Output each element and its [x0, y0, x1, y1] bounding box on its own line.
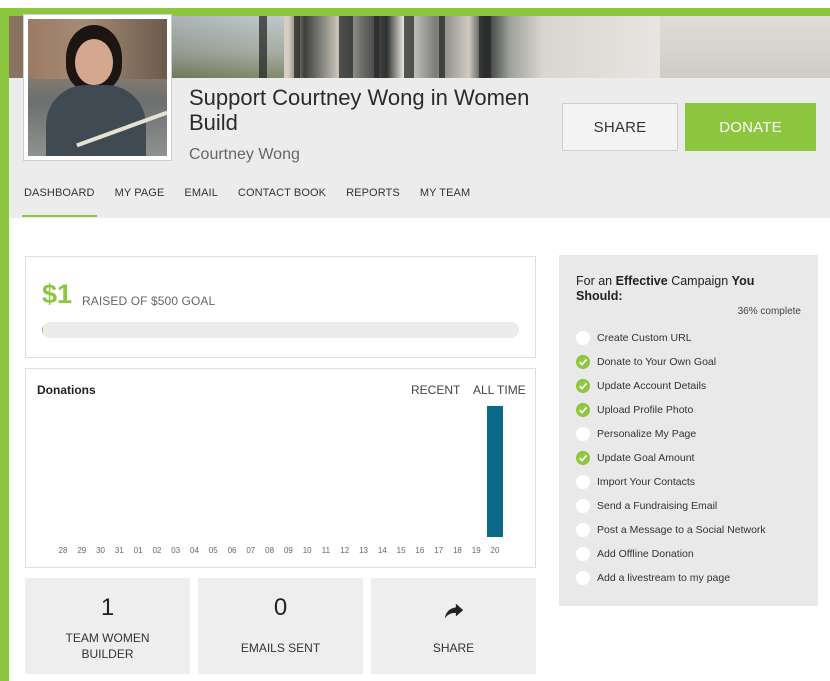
checklist-item-label: Add Offline Donation	[597, 548, 694, 560]
main-nav-tabs: DASHBOARD MY PAGE EMAIL CONTACT BOOK REP…	[22, 187, 490, 217]
checklist-item-label: Send a Fundraising Email	[597, 500, 718, 512]
empty-circle-icon	[576, 427, 590, 441]
goal-summary-card: $1 RAISED OF $500 GOAL	[25, 256, 536, 358]
chart-tab-all-time[interactable]: ALL TIME	[473, 383, 526, 397]
x-tick-label: 16	[415, 546, 424, 555]
page-title: Support Courtney Wong in Women Build	[189, 85, 530, 135]
chart-title: Donations	[37, 383, 96, 397]
x-tick-label: 31	[115, 546, 124, 555]
checklist-item-label: Add a livestream to my page	[597, 572, 731, 584]
stat-emails-sent[interactable]: 0 EMAILS SENT	[198, 578, 363, 674]
x-tick-label: 05	[209, 546, 218, 555]
donations-chart: 28 29 30 31 01 02 03 04 05 06 07 08 09 10 11 12 13 14 15 16…	[59, 406, 503, 555]
campaign-header: Support Courtney Wong in Women Build Cou…	[9, 14, 830, 218]
checklist-items: Create Custom URL Donate to Your Own Goal…	[576, 326, 766, 590]
share-button[interactable]: SHARE	[562, 103, 678, 151]
checklist-item-label: Update Goal Amount	[597, 452, 695, 464]
x-tick-label: 04	[190, 546, 199, 555]
stat-value: 0	[273, 594, 288, 621]
check-circle-icon	[576, 379, 590, 393]
left-accent-bar	[0, 8, 9, 681]
goal-text: RAISED OF $500 GOAL	[82, 294, 216, 308]
tab-email[interactable]: EMAIL	[184, 187, 218, 217]
x-tick-label: 02	[152, 546, 161, 555]
x-tick-label: 10	[303, 546, 312, 555]
x-tick-label: 20	[491, 546, 500, 555]
checklist-item[interactable]: Upload Profile Photo	[576, 398, 766, 422]
checklist-heading: For an Effective Campaign You Should:	[576, 274, 755, 303]
profile-photo	[23, 14, 172, 161]
tab-my-page[interactable]: MY PAGE	[115, 187, 165, 217]
x-tick-label: 12	[340, 546, 349, 555]
x-tick-label: 17	[434, 546, 443, 555]
empty-circle-icon	[576, 547, 590, 561]
stat-team-builders[interactable]: 1 TEAM WOMEN BUILDER	[25, 578, 190, 674]
page-frame: Support Courtney Wong in Women Build Cou…	[0, 0, 830, 681]
check-circle-icon	[576, 403, 590, 417]
tab-dashboard[interactable]: DASHBOARD	[22, 187, 97, 217]
tab-my-team[interactable]: MY TEAM	[420, 187, 470, 217]
tab-contact-book[interactable]: CONTACT BOOK	[238, 187, 326, 217]
checklist-item-label: Update Account Details	[597, 380, 707, 392]
campaign-owner-name: Courtney Wong	[189, 146, 300, 163]
donations-chart-card: 28 29 30 31 01 02 03 04 05 06 07 08 09 10 11 12 13 14 15 16…	[25, 368, 536, 568]
checklist-item[interactable]: Add a livestream to my page	[576, 566, 766, 590]
checklist-item[interactable]: Update Account Details	[576, 374, 766, 398]
x-tick-label: 09	[284, 546, 293, 555]
dashboard-main: $1 RAISED OF $500 GOAL 28 29 30 31 01 02 03 04 0…	[9, 218, 830, 681]
stat-label: SHARE	[432, 641, 475, 655]
checklist-item-label: Personalize My Page	[597, 428, 697, 440]
x-tick-label: 11	[322, 546, 331, 555]
x-tick-label: 08	[265, 546, 274, 555]
x-tick-label: 13	[359, 546, 368, 555]
check-circle-icon	[576, 451, 590, 465]
empty-circle-icon	[576, 571, 590, 585]
x-tick-label: 28	[59, 546, 68, 555]
x-tick-label: 01	[134, 546, 143, 555]
checklist-item[interactable]: Update Goal Amount	[576, 446, 766, 470]
checklist-item[interactable]: Create Custom URL	[576, 326, 766, 350]
avatar	[28, 19, 167, 156]
x-tick-label: 06	[228, 546, 237, 555]
stat-value: 1	[100, 594, 115, 621]
empty-circle-icon	[576, 331, 590, 345]
x-tick-label: 07	[246, 546, 255, 555]
x-tick-label: 29	[77, 546, 86, 555]
goal-progress-bar	[42, 322, 519, 338]
chart-tab-recent[interactable]: RECENT	[411, 383, 460, 397]
donate-button[interactable]: DONATE	[685, 103, 816, 151]
checklist-item[interactable]: Personalize My Page	[576, 422, 766, 446]
checklist-item-label: Donate to Your Own Goal	[597, 356, 717, 368]
empty-circle-icon	[576, 499, 590, 513]
x-tick-label: 18	[453, 546, 462, 555]
x-tick-label: 14	[378, 546, 387, 555]
checklist-item[interactable]: Donate to Your Own Goal	[576, 350, 766, 374]
empty-circle-icon	[576, 475, 590, 489]
empty-circle-icon	[576, 523, 590, 537]
donation-bar	[487, 406, 503, 537]
raised-amount: $1	[42, 279, 73, 309]
campaign-checklist: For an Effective Campaign You Should: 36…	[559, 255, 818, 606]
top-accent-bar	[0, 0, 830, 16]
stat-label: EMAILS SENT	[240, 641, 321, 655]
x-tick-label: 19	[472, 546, 481, 555]
checklist-item-label: Create Custom URL	[597, 332, 692, 344]
stat-label: TEAM WOMEN BUILDER	[65, 631, 150, 661]
checklist-percent: 36% complete	[737, 306, 801, 317]
goal-progress-fill	[42, 322, 43, 338]
stat-share[interactable]: SHARE	[371, 578, 536, 674]
x-tick-label: 30	[96, 546, 105, 555]
checklist-item-label: Post a Message to a Social Network	[597, 524, 766, 536]
share-arrow-icon	[444, 603, 464, 619]
checklist-item-label: Import Your Contacts	[597, 476, 696, 488]
x-tick-label: 15	[397, 546, 406, 555]
checklist-item[interactable]: Add Offline Donation	[576, 542, 766, 566]
checklist-item[interactable]: Post a Message to a Social Network	[576, 518, 766, 542]
checklist-item-label: Upload Profile Photo	[597, 404, 694, 416]
checklist-item[interactable]: Send a Fundraising Email	[576, 494, 766, 518]
check-circle-icon	[576, 355, 590, 369]
x-tick-label: 03	[171, 546, 180, 555]
tab-reports[interactable]: REPORTS	[346, 187, 400, 217]
checklist-item[interactable]: Import Your Contacts	[576, 470, 766, 494]
